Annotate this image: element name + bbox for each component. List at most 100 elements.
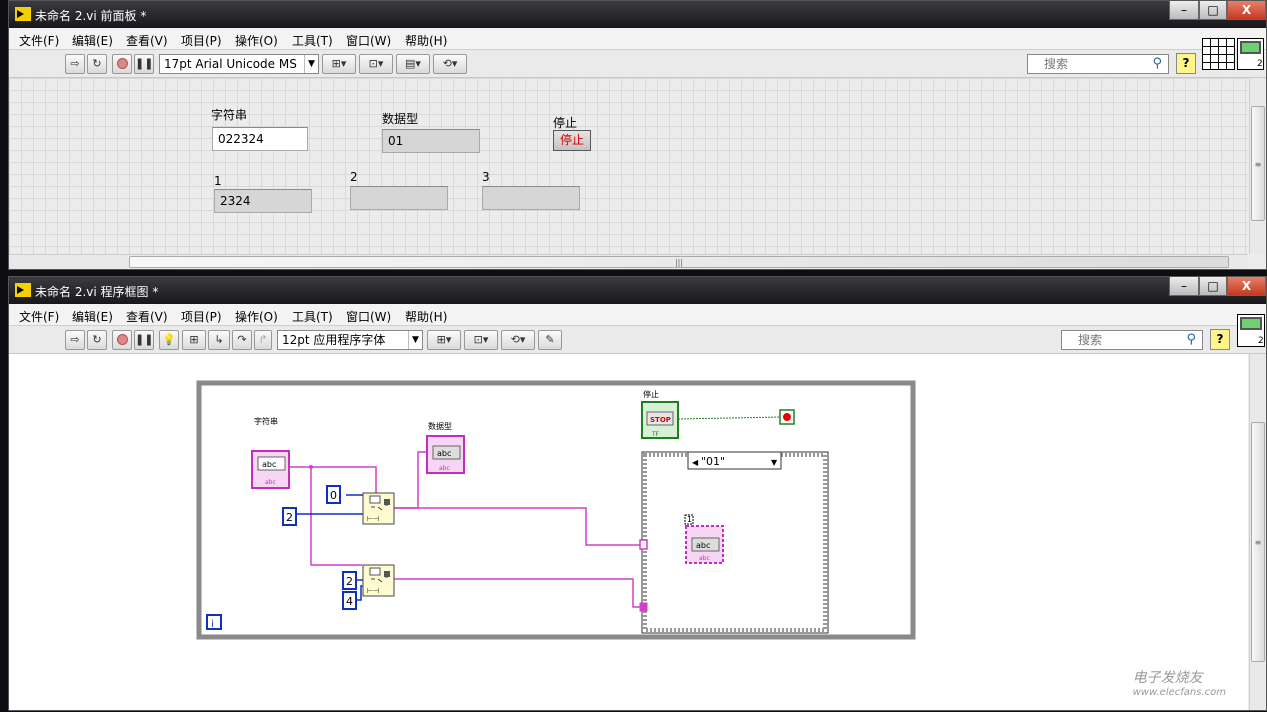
pause-icon[interactable]: ❚❚ [134, 330, 154, 350]
maximize-button[interactable]: □ [1199, 277, 1227, 296]
search-input[interactable]: 搜索 ⚲ [1061, 330, 1203, 350]
stop-terminal-label: 停止 [643, 389, 659, 399]
wire-junction [309, 465, 313, 469]
menu-window[interactable]: 窗口(W) [346, 308, 391, 325]
svg-text:◀: ◀ [692, 458, 699, 467]
menu-window[interactable]: 窗口(W) [346, 32, 391, 49]
front-panel-titlebar[interactable]: 未命名 2.vi 前面板 * – □ X [9, 1, 1266, 28]
watermark-main: 电子发烧友 [1132, 670, 1203, 686]
resize-objects-icon[interactable]: ▤▾ [396, 54, 430, 74]
menu-tools[interactable]: 工具(T) [292, 32, 333, 49]
menu-project[interactable]: 项目(P) [181, 308, 222, 325]
labview-app-icon [15, 283, 31, 297]
distribute-objects-icon[interactable]: ⊡▾ [464, 330, 498, 350]
loop-index-text: i [211, 619, 214, 630]
loop-iteration-terminal[interactable] [206, 614, 222, 630]
run-continuously-icon[interactable]: ↻ [87, 54, 107, 74]
output2-label: 2 [350, 170, 358, 184]
string-terminal-label: 字符串 [254, 416, 278, 426]
window-title: 未命名 2.vi 前面板 * [35, 9, 147, 23]
font-selector[interactable]: 12pt 应用程序字体 ▼ [277, 330, 423, 350]
close-button[interactable]: X [1227, 1, 1266, 20]
vertical-scroll-thumb[interactable]: ≡ [1251, 106, 1265, 221]
numeric-indicator-terminal-label: 数据型 [428, 421, 452, 431]
stop-condition-dot [783, 413, 791, 421]
highlight-execution-icon[interactable]: 💡 [159, 330, 179, 350]
output1-indicator: 2324 [214, 189, 312, 213]
step-over-icon[interactable]: ↷ [232, 330, 252, 350]
horizontal-scrollbar[interactable]: ||| [9, 254, 1248, 269]
numeric-constant-2b-text: 2 [346, 575, 353, 588]
run-arrow-icon[interactable]: ⇨ [65, 54, 85, 74]
vi-icon[interactable]: 2 [1237, 314, 1265, 347]
run-continuously-icon[interactable]: ↻ [87, 330, 107, 350]
abort-icon[interactable] [112, 330, 132, 350]
numeric-indicator-text: abc [437, 449, 451, 458]
clean-up-diagram-icon[interactable]: ✎ [538, 330, 562, 350]
reorder-icon[interactable]: ⟲▾ [501, 330, 535, 350]
menu-file[interactable]: 文件(F) [19, 308, 59, 325]
boolean-wire [677, 416, 782, 420]
case-structure[interactable] [641, 451, 829, 634]
align-objects-icon[interactable]: ⊞▾ [427, 330, 461, 350]
front-panel-canvas: 字符串 022324 数据型 01 停止 停止 1 2324 2 3 [9, 78, 1248, 256]
step-into-icon[interactable]: ↳ [208, 330, 230, 350]
retain-wire-values-icon[interactable]: ⊞ [182, 330, 206, 350]
menu-view[interactable]: 查看(V) [126, 308, 168, 325]
help-icon[interactable]: ? [1176, 53, 1196, 74]
string-terminal-text: abc [262, 460, 276, 469]
case-selector-value: "01" [701, 455, 725, 468]
svg-text:2: 2 [1257, 59, 1263, 69]
search-input[interactable]: 搜索 ⚲ [1027, 54, 1169, 74]
maximize-button[interactable]: □ [1199, 1, 1227, 20]
menu-operate[interactable]: 操作(O) [235, 32, 278, 49]
help-icon[interactable]: ? [1210, 329, 1230, 350]
run-arrow-icon[interactable]: ⇨ [65, 330, 85, 350]
connector-pane-icon[interactable]: 2 [1202, 38, 1264, 70]
pause-icon[interactable]: ❚❚ [134, 54, 154, 74]
watermark: 电子发烧友 www.elecfans.com [1133, 667, 1226, 698]
output3-indicator [482, 186, 580, 210]
minimize-button[interactable]: – [1169, 1, 1199, 20]
block-diagram-titlebar[interactable]: 未命名 2.vi 程序框图 * – □ X [9, 277, 1266, 304]
case-selector-terminal[interactable] [639, 539, 648, 550]
minimize-button[interactable]: – [1169, 277, 1199, 296]
stop-button[interactable]: 停止 [553, 130, 591, 151]
vertical-scroll-thumb[interactable]: ≡ [1251, 422, 1265, 662]
menu-edit[interactable]: 编辑(E) [72, 308, 113, 325]
menu-help[interactable]: 帮助(H) [405, 32, 447, 49]
inner-indicator-text: abc [696, 541, 710, 550]
step-out-icon[interactable]: ↱ [254, 330, 272, 350]
menu-file[interactable]: 文件(F) [19, 32, 59, 49]
horizontal-scroll-thumb[interactable]: ||| [129, 256, 1229, 268]
menu-help[interactable]: 帮助(H) [405, 308, 447, 325]
stop-button-label: 停止 [553, 116, 578, 130]
menu-bar: 文件(F) 编辑(E) 查看(V) 项目(P) 操作(O) 工具(T) 窗口(W… [9, 28, 1266, 50]
menu-project[interactable]: 项目(P) [181, 32, 222, 49]
numeric-constant-2a-text: 2 [286, 511, 293, 524]
font-selector[interactable]: 17pt Arial Unicode MS ▼ [159, 54, 319, 74]
vertical-scrollbar[interactable]: ≡ [1249, 354, 1266, 710]
menu-edit[interactable]: 编辑(E) [72, 32, 113, 49]
string-control[interactable]: 022324 [212, 127, 308, 151]
output1-label: 1 [214, 174, 222, 188]
menu-tools[interactable]: 工具(T) [292, 308, 333, 325]
menu-bar: 文件(F) 编辑(E) 查看(V) 项目(P) 操作(O) 工具(T) 窗口(W… [9, 304, 1266, 326]
menu-view[interactable]: 查看(V) [126, 32, 168, 49]
menu-operate[interactable]: 操作(O) [235, 308, 278, 325]
vertical-scrollbar[interactable]: ≡ [1249, 78, 1266, 254]
inner-indicator-sub: abc [699, 555, 710, 562]
close-button[interactable]: X [1227, 277, 1266, 296]
stop-terminal-text: STOP [650, 416, 671, 424]
reorder-icon[interactable]: ⟲▾ [433, 54, 467, 74]
svg-text:⊢⊣: ⊢⊣ [367, 515, 379, 523]
case-input-tunnel[interactable] [639, 602, 648, 612]
distribute-objects-icon[interactable]: ⊡▾ [359, 54, 393, 74]
front-panel-toolbar: ⇨ ↻ ❚❚ 17pt Arial Unicode MS ▼ ⊞▾ ⊡▾ ▤▾ ⟲… [9, 50, 1266, 78]
abort-icon[interactable] [112, 54, 132, 74]
window-title: 未命名 2.vi 程序框图 * [35, 285, 159, 299]
string-terminal-sub: abc [265, 479, 276, 486]
align-objects-icon[interactable]: ⊞▾ [322, 54, 356, 74]
numeric-indicator: 01 [382, 129, 480, 153]
font-selector-value: 12pt 应用程序字体 [282, 333, 386, 347]
